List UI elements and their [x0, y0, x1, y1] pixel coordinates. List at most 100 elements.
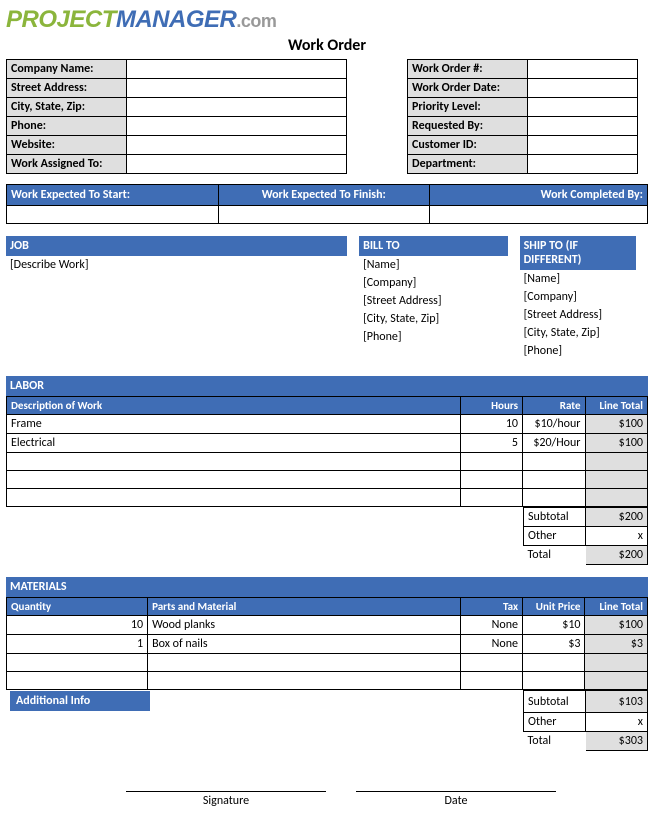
- value[interactable]: [528, 155, 638, 174]
- cell-hours[interactable]: 5: [460, 434, 522, 453]
- subtotal-value: $200: [586, 508, 648, 527]
- subtotal-label: Subtotal: [524, 691, 586, 713]
- label: Department:: [408, 155, 528, 174]
- table-row: 1 Box of nails None $3 $3: [7, 635, 648, 654]
- cell-rate[interactable]: $20/Hour: [523, 434, 585, 453]
- other-label: Other: [524, 713, 586, 732]
- cell-qty[interactable]: 1: [7, 635, 148, 654]
- cell-tax[interactable]: None: [460, 616, 522, 635]
- subtotal-value: $103: [586, 691, 648, 713]
- cell-price[interactable]: $3: [523, 635, 585, 654]
- billto-line: [City, State, Zip]: [359, 310, 508, 328]
- value[interactable]: [127, 79, 347, 98]
- logo-part2: MANAGER: [116, 6, 237, 33]
- total-value: $303: [586, 732, 648, 751]
- timeline-header-finish: Work Expected To Finish:: [218, 185, 430, 206]
- label: Requested By:: [408, 117, 528, 136]
- timeline-cell[interactable]: [7, 206, 219, 224]
- materials-table: Quantity Parts and Material Tax Unit Pri…: [6, 597, 648, 690]
- value[interactable]: [528, 136, 638, 155]
- shipto-line: [Company]: [520, 288, 636, 306]
- value[interactable]: [127, 98, 347, 117]
- value[interactable]: [528, 79, 638, 98]
- date-line: Date: [356, 791, 556, 808]
- value[interactable]: [127, 155, 347, 174]
- label: Company Name:: [7, 60, 127, 79]
- col-price: Unit Price: [523, 598, 585, 616]
- label: Work Order Date:: [408, 79, 528, 98]
- label: Customer ID:: [408, 136, 528, 155]
- label: Street Address:: [7, 79, 127, 98]
- col-tax: Tax: [460, 598, 522, 616]
- table-row: Electrical 5 $20/Hour $100: [7, 434, 648, 453]
- shipto-line: [Street Address]: [520, 306, 636, 324]
- timeline-table: Work Expected To Start: Work Expected To…: [6, 184, 648, 224]
- billto-line: [Phone]: [359, 328, 508, 346]
- other-label: Other: [524, 527, 586, 546]
- value[interactable]: [127, 60, 347, 79]
- cell-desc[interactable]: Frame: [7, 415, 461, 434]
- additional-info-header: Additional Info: [10, 691, 150, 711]
- labor-totals: Subtotal$200 Otherx Total$200: [6, 507, 648, 565]
- cell-price[interactable]: $10: [523, 616, 585, 635]
- table-row: [7, 672, 648, 690]
- materials-title: MATERIALS: [6, 577, 648, 597]
- label: Priority Level:: [408, 98, 528, 117]
- timeline-cell[interactable]: [430, 206, 648, 224]
- job-header: JOB: [6, 236, 347, 256]
- cell-qty[interactable]: 10: [7, 616, 148, 635]
- cell-total: $100: [585, 616, 648, 635]
- col-total: Line Total: [585, 397, 648, 415]
- cell-total: $100: [585, 415, 648, 434]
- table-row: [7, 489, 648, 507]
- cell-tax[interactable]: None: [460, 635, 522, 654]
- labor-title: LABOR: [6, 376, 648, 396]
- page-title: Work Order: [6, 36, 648, 55]
- shipto-header: SHIP TO (IF DIFFERENT): [520, 236, 636, 270]
- label: Work Assigned To:: [7, 155, 127, 174]
- col-parts: Parts and Material: [148, 598, 460, 616]
- col-hours: Hours: [460, 397, 522, 415]
- billto-line: [Company]: [359, 274, 508, 292]
- logo-part3: .com: [236, 11, 276, 31]
- col-qty: Quantity: [7, 598, 148, 616]
- value[interactable]: [528, 117, 638, 136]
- shipto-line: [City, State, Zip]: [520, 324, 636, 342]
- table-row: Frame 10 $10/hour $100: [7, 415, 648, 434]
- logo-part1: PROJECT: [6, 6, 116, 33]
- cell-desc[interactable]: Electrical: [7, 434, 461, 453]
- cell-hours[interactable]: 10: [460, 415, 522, 434]
- value[interactable]: [528, 60, 638, 79]
- other-value[interactable]: x: [586, 527, 648, 546]
- cell-parts[interactable]: Box of nails: [148, 635, 460, 654]
- logo: PROJECTMANAGER.com: [6, 6, 648, 34]
- table-row: [7, 471, 648, 489]
- shipto-line: [Phone]: [520, 342, 636, 360]
- cell-parts[interactable]: Wood planks: [148, 616, 460, 635]
- total-label: Total: [524, 732, 586, 751]
- col-rate: Rate: [523, 397, 585, 415]
- order-info-table: Work Order #: Work Order Date: Priority …: [407, 59, 638, 174]
- timeline-cell[interactable]: [218, 206, 430, 224]
- cell-rate[interactable]: $10/hour: [523, 415, 585, 434]
- subtotal-label: Subtotal: [524, 508, 586, 527]
- materials-totals: Additional Info Subtotal $103 Otherx Tot…: [6, 690, 648, 751]
- value[interactable]: [528, 98, 638, 117]
- timeline-header-start: Work Expected To Start:: [7, 185, 219, 206]
- billto-line: [Name]: [359, 256, 508, 274]
- total-value: $200: [586, 546, 648, 565]
- timeline-header-completed: Work Completed By:: [430, 185, 648, 206]
- col-total: Line Total: [585, 598, 648, 616]
- table-row: [7, 654, 648, 672]
- signature-line: Signature: [126, 791, 326, 808]
- label: City, State, Zip:: [7, 98, 127, 117]
- value[interactable]: [127, 136, 347, 155]
- other-value[interactable]: x: [586, 713, 648, 732]
- shipto-line: [Name]: [520, 270, 636, 288]
- col-desc: Description of Work: [7, 397, 461, 415]
- label: Work Order #:: [408, 60, 528, 79]
- billto-header: BILL TO: [359, 236, 508, 256]
- value[interactable]: [127, 117, 347, 136]
- label: Phone:: [7, 117, 127, 136]
- cell-total: $3: [585, 635, 648, 654]
